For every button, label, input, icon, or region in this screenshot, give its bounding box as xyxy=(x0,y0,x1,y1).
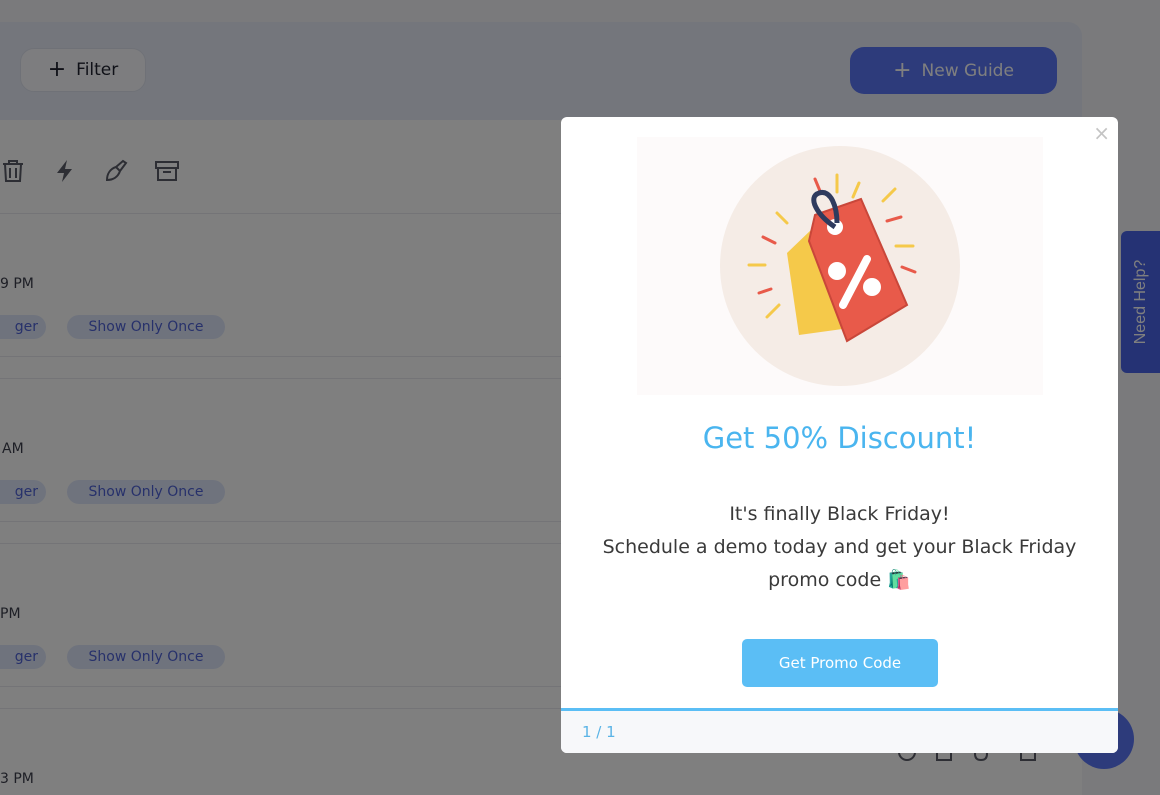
step-counter: 1 / 1 xyxy=(582,723,616,741)
sale-tag-icon xyxy=(720,146,960,386)
modal-title: Get 50% Discount! xyxy=(702,421,977,455)
modal-footer: 1 / 1 xyxy=(561,708,1118,753)
modal-body: It's finally Black Friday! Schedule a de… xyxy=(561,498,1118,597)
step-progress-bar xyxy=(561,708,1118,711)
modal-body-line: Schedule a demo today and get your Black… xyxy=(602,536,1077,558)
modal-body-line: promo code 🛍️ xyxy=(768,569,911,591)
close-icon[interactable]: × xyxy=(1093,121,1110,145)
discount-tag-illustration xyxy=(637,137,1043,395)
get-promo-code-button[interactable]: Get Promo Code xyxy=(742,639,938,687)
promo-modal: × Get 50% Discount! It's finally Black F… xyxy=(561,117,1118,753)
modal-body-line: It's finally Black Friday! xyxy=(729,503,950,525)
